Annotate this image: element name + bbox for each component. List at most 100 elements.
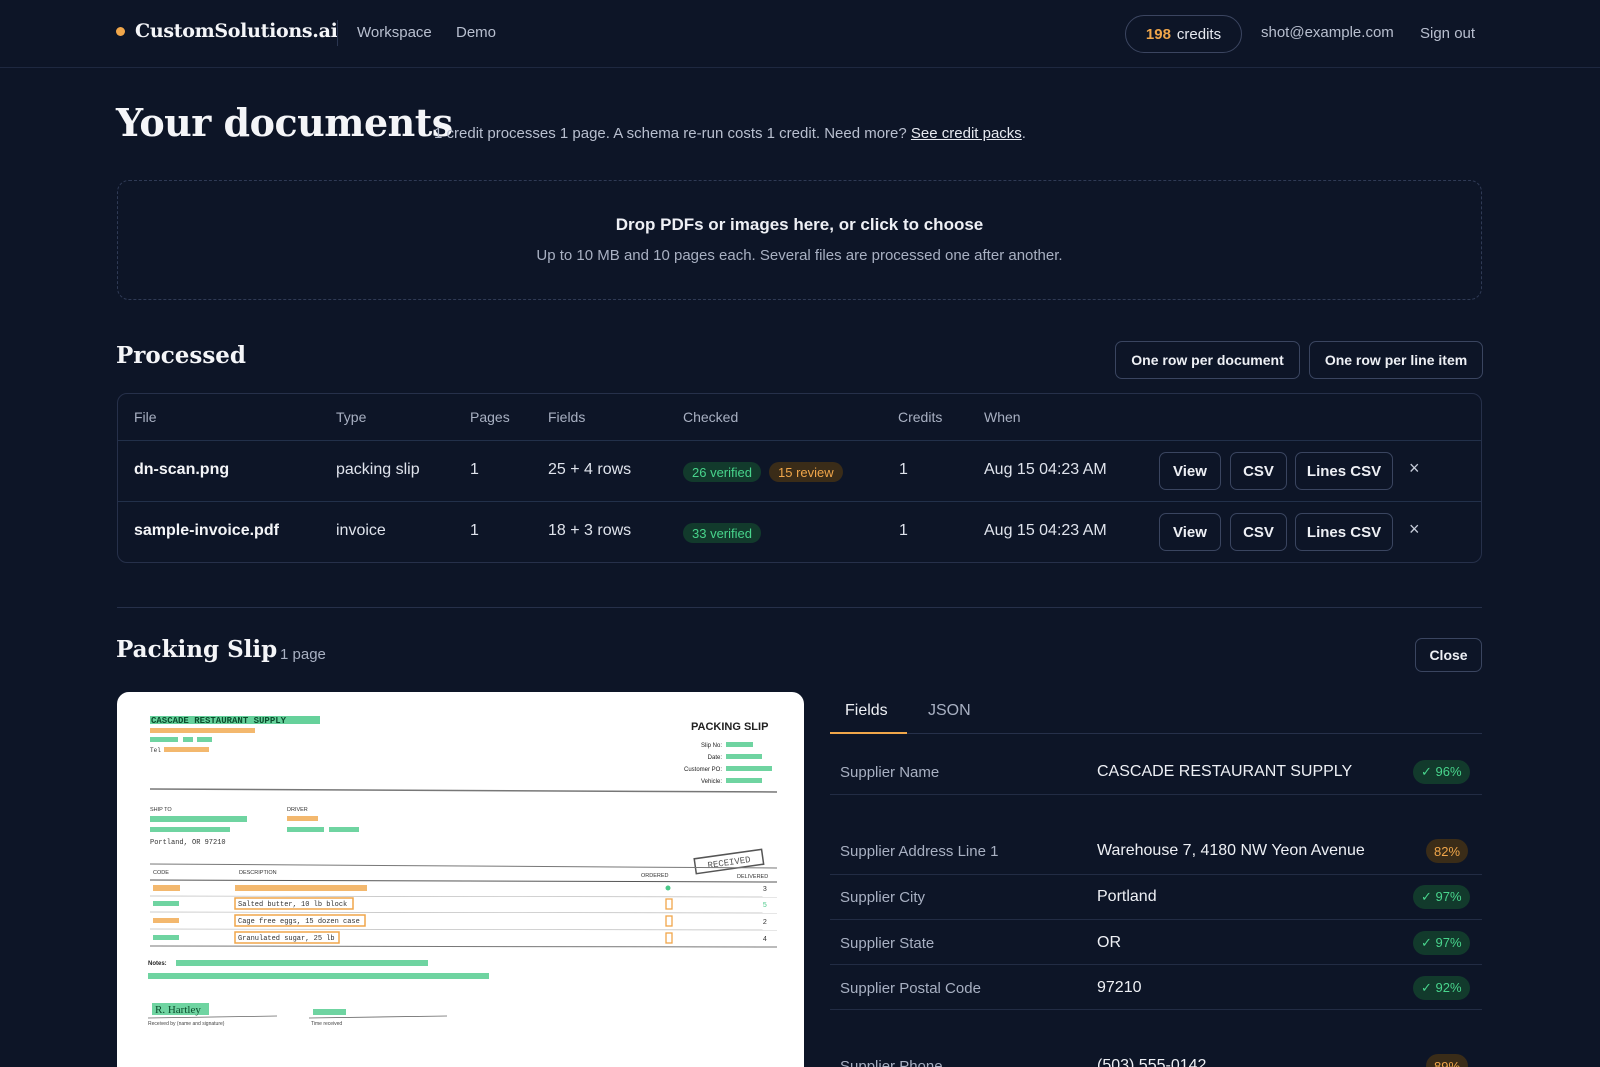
- preview-meta-label: Customer PO:: [684, 767, 722, 773]
- nav-demo[interactable]: Demo: [456, 24, 496, 41]
- field-label: Supplier Name: [840, 764, 940, 781]
- nav-workspace[interactable]: Workspace: [357, 24, 432, 41]
- col-pages: Pages: [470, 409, 510, 425]
- preview-item-delivered: 5: [763, 902, 767, 910]
- preview-ship-city: Portland, OR 97210: [150, 839, 226, 847]
- row-pages: 1: [470, 522, 479, 539]
- preview-doc-title: PACKING SLIP: [691, 721, 768, 733]
- received-stamp: RECEIVED: [693, 848, 765, 875]
- confidence-badge: ✓ 96%: [1413, 760, 1470, 784]
- credits-note-end: .: [1021, 125, 1026, 142]
- sign-out-link[interactable]: Sign out: [1420, 25, 1475, 42]
- processed-heading: Processed: [116, 342, 247, 369]
- csv-button[interactable]: CSV: [1230, 452, 1287, 490]
- tab-active-indicator: [830, 732, 907, 734]
- view-button[interactable]: View: [1159, 452, 1221, 490]
- remove-icon[interactable]: ×: [1409, 458, 1420, 479]
- brand-dot-icon: [116, 26, 125, 36]
- user-email: shot@example.com: [1261, 24, 1394, 41]
- dropzone-subtitle: Up to 10 MB and 10 pages each. Several f…: [536, 247, 1063, 264]
- preview-driver: DRIVER: [287, 807, 308, 813]
- table-header-divider: [118, 440, 1481, 441]
- field-value[interactable]: 97210: [1097, 979, 1142, 997]
- field-value[interactable]: CASCADE RESTAURANT SUPPLY: [1097, 763, 1352, 781]
- row-divider: [118, 501, 1481, 502]
- export-per-line-item-button[interactable]: One row per line item: [1309, 341, 1483, 379]
- tab-baseline: [830, 733, 1482, 734]
- preview-col-delivered: DELIVERED: [737, 874, 768, 880]
- field-divider: [830, 919, 1482, 920]
- col-file: File: [134, 409, 157, 425]
- field-value[interactable]: (503) 555-0142: [1097, 1057, 1206, 1067]
- remove-icon[interactable]: ×: [1409, 519, 1420, 540]
- file-dropzone[interactable]: Drop PDFs or images here, or click to ch…: [117, 180, 1482, 300]
- preview-item-description: Granulated sugar, 25 lb: [238, 935, 335, 943]
- page-title: Your documents: [116, 100, 453, 145]
- col-checked: Checked: [683, 409, 739, 425]
- field-value[interactable]: OR: [1097, 934, 1121, 952]
- lines-csv-button[interactable]: Lines CSV: [1295, 513, 1393, 551]
- row-when: Aug 15 04:23 AM: [984, 522, 1107, 539]
- tab-fields[interactable]: Fields: [845, 702, 888, 720]
- col-fields: Fields: [548, 409, 586, 425]
- confidence-badge: ✓ 97%: [1413, 885, 1470, 909]
- field-label: Supplier Phone: [840, 1058, 943, 1067]
- preview-col-code: CODE: [153, 870, 169, 876]
- field-divider: [830, 794, 1482, 795]
- preview-notes-label: Notes:: [148, 961, 167, 967]
- preview-received-by: Received by (name and signature): [148, 1021, 225, 1027]
- col-type: Type: [336, 409, 367, 425]
- preview-tel: Tel: [150, 747, 161, 754]
- field-value[interactable]: Warehouse 7, 4180 NW Yeon Avenue: [1097, 842, 1365, 860]
- col-when: When: [984, 409, 1021, 425]
- preview-time-received: Time received: [311, 1021, 342, 1027]
- tab-json[interactable]: JSON: [928, 702, 971, 720]
- close-button[interactable]: Close: [1415, 638, 1482, 672]
- dropzone-title: Drop PDFs or images here, or click to ch…: [615, 215, 984, 234]
- confidence-badge: 89%: [1426, 1054, 1469, 1067]
- top-bar: CustomSolutions.ai Workspace Demo 198 cr…: [0, 0, 1600, 68]
- document-preview[interactable]: CASCADE RESTAURANT SUPPLY Tel PACKING SL…: [117, 692, 804, 1067]
- brand[interactable]: CustomSolutions.ai: [116, 20, 338, 42]
- verified-badge: 26 verified: [683, 462, 761, 482]
- credits-badge[interactable]: 198 credits: [1125, 15, 1242, 53]
- detail-title: Packing Slip: [116, 636, 278, 663]
- field-divider: [830, 1009, 1482, 1010]
- preview-supplier: CASCADE RESTAURANT SUPPLY: [151, 716, 287, 726]
- row-type: invoice: [336, 522, 386, 539]
- field-label: Supplier State: [840, 935, 935, 952]
- credits-note-text: 1 credit processes 1 page. A schema re-r…: [434, 125, 907, 142]
- brand-name: CustomSolutions.ai: [135, 20, 338, 42]
- preview-col-ordered: ORDERED: [641, 873, 669, 879]
- row-file[interactable]: sample-invoice.pdf: [134, 522, 279, 540]
- csv-button[interactable]: CSV: [1230, 513, 1287, 551]
- preview-item-delivered: 3: [763, 886, 767, 894]
- row-when: Aug 15 04:23 AM: [984, 461, 1107, 478]
- lines-csv-button[interactable]: Lines CSV: [1295, 452, 1393, 490]
- preview-item-description: Cage free eggs, 15 dozen case: [238, 918, 360, 926]
- detail-page-count: 1 page: [280, 646, 326, 663]
- review-badge: 15 review: [769, 462, 843, 482]
- credits-label: credits: [1176, 25, 1222, 43]
- field-value[interactable]: Portland: [1097, 888, 1157, 906]
- preview-meta-label: Vehicle:: [701, 779, 722, 785]
- confidence-badge: ✓ 97%: [1413, 931, 1470, 955]
- field-label: Supplier City: [840, 889, 926, 906]
- row-file[interactable]: dn-scan.png: [134, 461, 229, 479]
- verified-badge: 33 verified: [683, 523, 761, 543]
- row-pages: 1: [470, 461, 479, 478]
- confidence-badge: 82%: [1426, 839, 1469, 863]
- preview-item-description: Salted butter, 10 lb block: [238, 901, 347, 909]
- preview-ship-to: SHIP TO: [150, 807, 172, 813]
- field-divider: [830, 964, 1482, 965]
- export-per-document-button[interactable]: One row per document: [1115, 341, 1300, 379]
- confidence-badge: ✓ 92%: [1413, 976, 1470, 1000]
- processed-table: File Type Pages Fields Checked Credits W…: [117, 393, 1482, 563]
- credit-packs-link[interactable]: See credit packs: [911, 125, 1022, 142]
- preview-signature: R. Hartley: [155, 1004, 201, 1016]
- preview-item-delivered: 2: [763, 919, 767, 927]
- preview-meta-label: Slip No:: [701, 743, 722, 749]
- col-credits: Credits: [898, 409, 943, 425]
- view-button[interactable]: View: [1159, 513, 1221, 551]
- nav-divider: [337, 20, 338, 46]
